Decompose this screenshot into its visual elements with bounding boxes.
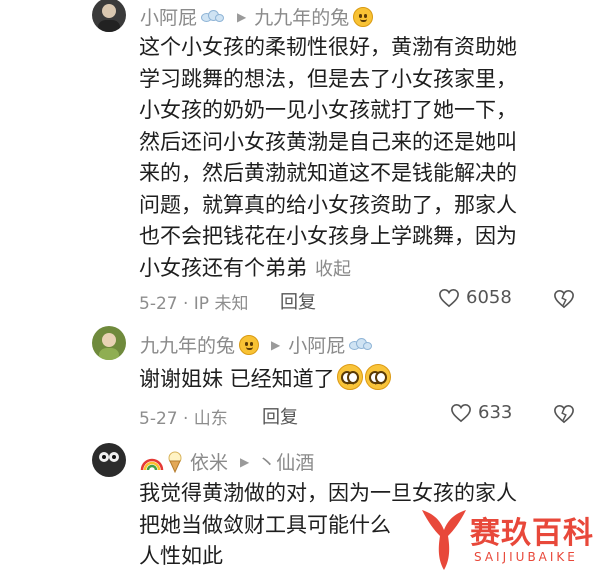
comment-line: 来的，然后黄渤就知道这不是钱能解决的: [139, 161, 517, 185]
avatar[interactable]: [92, 0, 126, 32]
heart-outline-icon: [451, 403, 471, 422]
like-button[interactable]: 633: [450, 402, 512, 423]
comment-line: 谢谢姐妹 已经知道了: [139, 367, 335, 391]
author-name[interactable]: 依米: [190, 448, 228, 475]
comment-meta: 5-27 · IP 未知: [139, 294, 249, 314]
author-name[interactable]: 九九年的兔: [140, 331, 235, 358]
smile-emoji-icon: [353, 6, 374, 27]
avatar-image: [92, 0, 126, 32]
reply-arrow-icon: ▶: [240, 454, 250, 469]
pleading-emoji-icon: [336, 364, 363, 390]
comment-line: 问题，就算真的给小女孩资助了，那家人: [139, 192, 517, 217]
reply-to-name[interactable]: 丶仙酒: [257, 448, 314, 475]
reply-to-name[interactable]: 九九年的兔: [254, 3, 349, 30]
like-count: 633: [478, 402, 513, 423]
watermark-brand: 赛玖百科: [470, 516, 594, 551]
comment-text: 这个小女孩的柔韧性很好，黄渤有资助她 学习跳舞的想法，但是去了小女孩家里， 小女…: [139, 32, 579, 285]
broken-heart-icon[interactable]: [553, 289, 575, 309]
broken-heart-icon[interactable]: [553, 404, 575, 424]
comment-text: 谢谢姐妹 已经知道了: [139, 364, 579, 396]
avatar[interactable]: [92, 326, 126, 360]
avatar-image: [92, 326, 126, 360]
heart-outline-icon: [439, 288, 459, 307]
comment-line: 也不会把钱花在小女孩身上学跳舞，因为: [139, 224, 517, 248]
watermark-sub: SAIJIUBAIKE: [474, 550, 578, 564]
comment-line: 小女孩的奶奶一见小女孩就打了她一下，: [139, 98, 517, 122]
rainbow-icon: [140, 458, 164, 470]
comment-meta: 5-27 · 山东: [139, 409, 228, 429]
collapse-link[interactable]: 收起: [315, 259, 351, 280]
smile-emoji-icon: [239, 334, 260, 355]
reply-to-name[interactable]: 小阿屁: [288, 331, 345, 358]
avatar-image: [92, 443, 126, 477]
author-name[interactable]: 小阿屁: [140, 3, 197, 30]
reply-button[interactable]: 回复: [262, 403, 298, 429]
reply-arrow-icon: ▶: [271, 337, 281, 352]
ice-cream-icon: [168, 451, 182, 473]
comment-line: 学习跳舞的想法，但是去了小女孩家里，: [139, 66, 517, 91]
pleading-emoji-icon: [364, 364, 391, 390]
watermark: 赛玖百科 SAIJIUBAIKE: [414, 500, 600, 579]
whale-tail-logo-icon: [422, 510, 466, 570]
steam-puff-icon: [349, 336, 373, 354]
reply-arrow-icon: ▶: [237, 9, 247, 24]
avatar[interactable]: [92, 443, 126, 477]
comment-line: 这个小女孩的柔韧性很好，黄渤有资助她: [139, 35, 517, 59]
comment-line: 小女孩还有个弟弟: [139, 255, 307, 280]
comment-line: 然后还问小女孩黄渤是自己来的还是她叫: [139, 129, 517, 154]
reply-button[interactable]: 回复: [280, 288, 316, 314]
like-button[interactable]: 6058: [438, 287, 512, 308]
like-count: 6058: [466, 287, 512, 308]
steam-puff-icon: [201, 8, 225, 26]
